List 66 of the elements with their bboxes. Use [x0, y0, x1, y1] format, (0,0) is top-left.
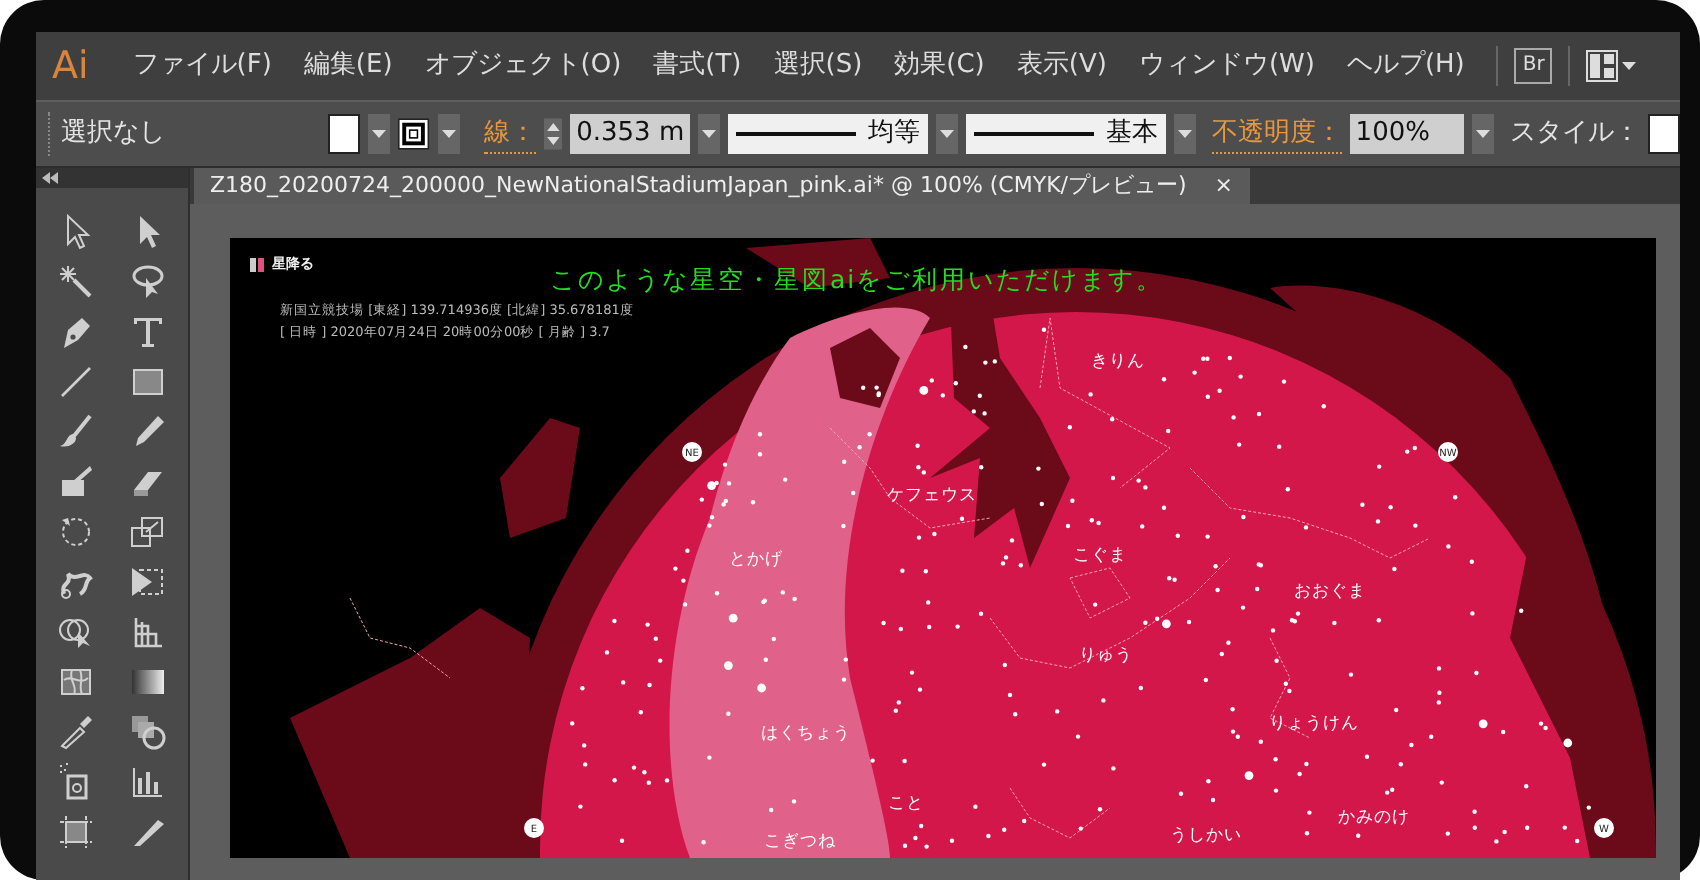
magic-wand-icon[interactable] [56, 262, 96, 302]
banner-text: このような星空・星図aiをご利用いただけます。 [550, 262, 1165, 298]
spinner-icon[interactable] [543, 114, 563, 154]
stroke-swatch[interactable] [398, 114, 430, 154]
constellation-label: かみのけ [1338, 808, 1410, 828]
constellation-label: りょうけん [1269, 714, 1359, 734]
constellation-label: りゅう [1079, 646, 1133, 666]
eyedropper-icon[interactable] [56, 712, 96, 752]
constellation-label: ケフェウス [887, 486, 977, 506]
dropdown-button[interactable] [1472, 114, 1495, 154]
dropdown-button[interactable] [368, 114, 391, 154]
menu-item[interactable]: 書式(T) [637, 46, 758, 86]
constellation-label: うしかい [1170, 826, 1242, 846]
constellation-label: とかげ [729, 550, 783, 570]
menu-item[interactable]: オブジェクト(O) [408, 46, 638, 86]
document-tab[interactable]: Z180_20200724_200000_NewNationalStadiumJapan_pink.ai* @ 100% (CMYK/プレビュー) × [194, 168, 1250, 204]
paintbrush-icon[interactable] [56, 412, 96, 452]
blob-brush-icon[interactable] [56, 462, 96, 502]
fill-swatch[interactable] [328, 114, 361, 154]
dropdown-button[interactable] [437, 114, 460, 154]
caret-icon [372, 130, 387, 138]
collapse-icon[interactable] [42, 172, 58, 184]
menu-item[interactable]: ファイル(F) [116, 46, 288, 86]
caret-icon [702, 130, 717, 138]
constellation-label: はくちょう [761, 724, 851, 744]
constellation-label: こと [888, 794, 924, 814]
type-icon[interactable] [128, 312, 168, 352]
opacity-label[interactable]: 不透明度： [1211, 113, 1342, 155]
logo-icon [250, 257, 264, 272]
constellation-label: こぎつね [764, 832, 836, 852]
caret-icon [441, 130, 456, 138]
dropdown-button[interactable] [936, 114, 958, 154]
app-logo: Ai [52, 41, 89, 92]
caret-icon [939, 130, 954, 138]
dropdown-button[interactable] [1173, 114, 1196, 154]
constellation-label: きりん [1091, 352, 1145, 372]
opacity-field[interactable]: 100% [1349, 114, 1465, 154]
stroke-weight-field[interactable]: 0.353 m [570, 114, 691, 154]
line-icon[interactable] [56, 362, 96, 402]
bar-chart-icon[interactable] [128, 762, 168, 802]
caret-icon [1177, 130, 1192, 138]
caret-icon [1476, 130, 1491, 138]
rotate-icon[interactable] [56, 512, 96, 552]
lasso-icon[interactable] [128, 262, 168, 302]
stroke-profile-dropdown[interactable]: 均等 [728, 114, 929, 154]
constellation-label: こぐま [1073, 546, 1127, 566]
free-transform-icon[interactable] [128, 562, 168, 602]
menu-item[interactable]: 選択(S) [757, 46, 879, 86]
bridge-button[interactable]: Br [1514, 48, 1553, 84]
menu-item[interactable]: 表示(V) [1000, 46, 1123, 86]
artboard-icon[interactable] [56, 812, 96, 852]
menu-item[interactable]: ウィンドウ(W) [1122, 46, 1331, 86]
constellation-label: おおぐま [1294, 582, 1366, 602]
selection-status: 選択なし [61, 116, 166, 153]
stroke-label[interactable]: 線： [483, 113, 536, 155]
style-swatch[interactable] [1648, 114, 1680, 154]
menu-item[interactable]: ヘルプ(H) [1330, 46, 1481, 86]
workspace-switcher-icon[interactable] [1586, 50, 1639, 82]
menu-item[interactable]: 効果(C) [878, 46, 1001, 86]
brush-dropdown[interactable]: 基本 [965, 114, 1166, 154]
close-icon[interactable]: × [1214, 169, 1234, 203]
blend-icon[interactable] [128, 712, 168, 752]
menu-item[interactable]: 編集(E) [287, 46, 409, 86]
style-label: スタイル： [1510, 116, 1641, 153]
dropdown-button[interactable] [698, 114, 721, 154]
scale-icon[interactable] [128, 512, 168, 552]
